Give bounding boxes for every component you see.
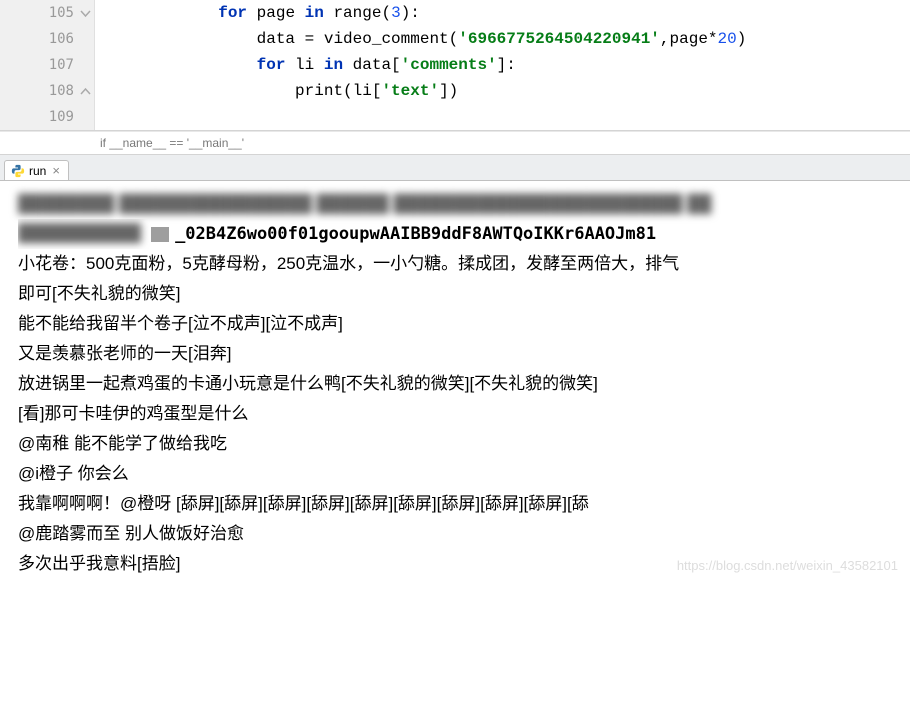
code-content[interactable]: print(li['text']) — [95, 82, 458, 100]
fold-start-icon[interactable] — [79, 7, 92, 20]
breadcrumb[interactable]: if __name__ == '__main__' — [0, 131, 910, 155]
fold-end-icon[interactable] — [79, 85, 92, 98]
console-line: ████████████ _02B4Z6wo00f01gooupwAAIBB9d… — [18, 219, 900, 249]
breadcrumb-text: if __name__ == '__main__' — [100, 136, 244, 150]
code-content[interactable]: for page in range(3): — [95, 4, 420, 22]
console-line: [看]那可卡哇伊的鸡蛋型是什么 — [18, 399, 900, 429]
gutter[interactable]: 109 — [0, 104, 95, 130]
console-line: 小花卷：500克面粉，5克酵母粉，250克温水，一小勺糖。揉成团，发酵至两倍大，… — [18, 249, 900, 279]
console-line: 又是羡慕张老师的一天[泪奔] — [18, 339, 900, 369]
console-line: 即可[不失礼貌的微笑] — [18, 279, 900, 309]
line-number: 105 — [49, 5, 74, 21]
run-tab[interactable]: run × — [4, 160, 69, 180]
code-editor[interactable]: 105 for page in range(3):106 data = vide… — [0, 0, 910, 131]
line-number: 108 — [49, 83, 74, 99]
console-line: ████████ ████████████████ ██████ ███████… — [18, 189, 900, 219]
tool-window-tab-bar: run × — [0, 155, 910, 181]
code-line[interactable]: 106 data = video_comment('69667752645042… — [0, 26, 910, 52]
gutter[interactable]: 106 — [0, 26, 95, 52]
gutter[interactable]: 108 — [0, 78, 95, 104]
watermark-text: https://blog.csdn.net/weixin_43582101 — [677, 551, 898, 581]
gutter[interactable]: 107 — [0, 52, 95, 78]
console-line: @鹿踏雾而至 别人做饭好治愈 — [18, 519, 900, 549]
line-number: 109 — [49, 109, 74, 125]
line-number: 106 — [49, 31, 74, 47]
code-content[interactable]: for li in data['comments']: — [95, 56, 516, 74]
console-line: 能不能给我留半个卷子[泣不成声][泣不成声] — [18, 309, 900, 339]
gutter[interactable]: 105 — [0, 0, 95, 26]
console-line: 放进锅里一起煮鸡蛋的卡通小玩意是什么鸭[不失礼貌的微笑][不失礼貌的微笑] — [18, 369, 900, 399]
line-number: 107 — [49, 57, 74, 73]
code-line[interactable]: 107 for li in data['comments']: — [0, 52, 910, 78]
console-line: @i橙子 你会么 — [18, 459, 900, 489]
console-line: 我靠啊啊啊！@橙呀 [舔屏][舔屏][舔屏][舔屏][舔屏][舔屏][舔屏][舔… — [18, 489, 900, 519]
close-icon[interactable]: × — [52, 163, 60, 178]
console-line: @南稚 能不能学了做给我吃 — [18, 429, 900, 459]
code-content[interactable]: data = video_comment('696677526450422094… — [95, 30, 746, 48]
console-output[interactable]: ████████ ████████████████ ██████ ███████… — [0, 181, 910, 589]
code-line[interactable]: 108 print(li['text']) — [0, 78, 910, 104]
code-line[interactable]: 109 — [0, 104, 910, 130]
python-icon — [11, 164, 25, 178]
code-line[interactable]: 105 for page in range(3): — [0, 0, 910, 26]
run-tab-label: run — [29, 164, 46, 178]
